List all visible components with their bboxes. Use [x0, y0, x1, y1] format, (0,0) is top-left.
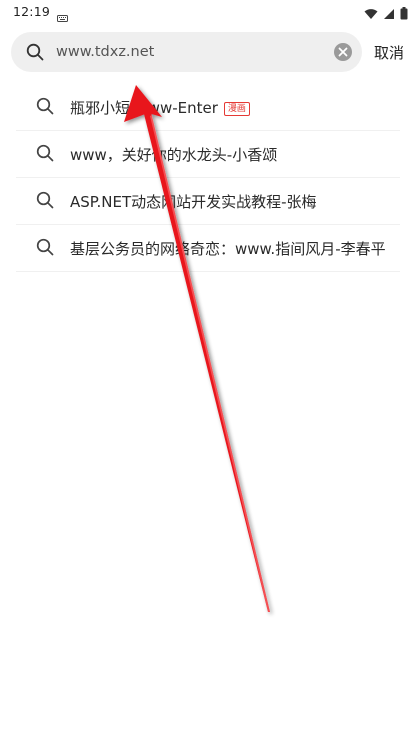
suggestion-label: 瓶邪小短-www-Enter [70, 99, 218, 117]
keyboard-icon [57, 7, 68, 26]
signal-icon [383, 5, 395, 24]
battery-icon [400, 5, 408, 24]
wifi-icon [364, 5, 378, 24]
suggestion-item[interactable]: www，关好你的水龙头-小香颂 [16, 131, 400, 178]
search-icon [36, 191, 54, 213]
search-box[interactable] [11, 32, 362, 72]
search-icon [36, 144, 54, 166]
suggestion-item[interactable]: 瓶邪小短-www-Enter 漫画 [16, 84, 400, 131]
search-icon [36, 238, 54, 260]
status-icons [364, 5, 408, 24]
search-input[interactable] [56, 32, 326, 72]
suggestion-label: ASP.NET动态网站开发实战教程-张梅 [70, 193, 317, 211]
cancel-button[interactable]: 取消 [374, 42, 404, 63]
suggestion-text: 瓶邪小短-www-Enter 漫画 [70, 97, 250, 118]
clear-icon[interactable] [334, 43, 352, 61]
comic-tag-badge: 漫画 [223, 102, 250, 116]
status-bar: 12:19 [0, 0, 418, 24]
search-icon [26, 43, 44, 65]
suggestion-label: 基层公务员的网络奇恋：www.指间风月-李春平 [70, 240, 386, 258]
suggestion-item[interactable]: ASP.NET动态网站开发实战教程-张梅 [16, 178, 400, 225]
suggestion-list: 瓶邪小短-www-Enter 漫画 www，关好你的水龙头-小香颂 ASP.NET… [16, 84, 400, 272]
search-bar: 取消 [0, 32, 418, 74]
status-time: 12:19 [13, 4, 51, 19]
search-icon [36, 97, 54, 119]
suggestion-item[interactable]: 基层公务员的网络奇恋：www.指间风月-李春平 [16, 225, 400, 272]
suggestion-label: www，关好你的水龙头-小香颂 [70, 146, 278, 164]
